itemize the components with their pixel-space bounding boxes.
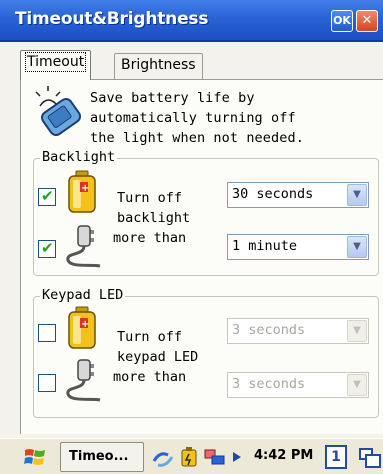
keypad-battery-timeout-select[interactable]: 3 seconds ▼ bbox=[227, 318, 369, 344]
backlight-external-timeout-select[interactable]: 1 minute ▼ bbox=[227, 234, 369, 260]
clock[interactable]: 4:42 PM bbox=[254, 448, 313, 463]
keypad-led-label: more than bbox=[113, 369, 187, 385]
keypad-led-label: Turn off bbox=[117, 329, 183, 345]
select-value: 1 minute bbox=[232, 238, 298, 254]
tab-strip: Timeout Brightness bbox=[0, 42, 383, 80]
tab-timeout-label: Timeout bbox=[24, 52, 87, 72]
tab-brightness[interactable]: Brightness bbox=[114, 53, 203, 79]
tab-brightness-label: Brightness bbox=[121, 57, 196, 73]
chevron-down-icon[interactable]: ▼ bbox=[347, 320, 367, 342]
connection-icon[interactable] bbox=[202, 446, 228, 468]
backlight-external-checkbox[interactable] bbox=[38, 239, 56, 258]
svg-text:+: + bbox=[81, 319, 89, 330]
description-line: automatically turning off bbox=[90, 110, 296, 126]
tray-arrow-icon[interactable] bbox=[232, 451, 242, 463]
backlight-battery-timeout-select[interactable]: 30 seconds ▼ bbox=[227, 182, 369, 208]
keypad-external-checkbox[interactable] bbox=[38, 374, 56, 392]
battery-icon: + bbox=[68, 170, 96, 213]
backlight-label: more than bbox=[113, 230, 187, 246]
keypad-led-group-label: Keypad LED bbox=[40, 287, 126, 303]
close-button[interactable]: ✕ bbox=[356, 10, 378, 32]
input-badge[interactable]: 1 bbox=[325, 445, 347, 469]
chevron-down-icon[interactable]: ▼ bbox=[347, 236, 367, 258]
window-title: Timeout&Brightness bbox=[15, 9, 209, 29]
windows-start-icon[interactable] bbox=[24, 447, 46, 467]
keypad-external-timeout-select[interactable]: 3 seconds ▼ bbox=[227, 372, 369, 398]
battery-saver-icon bbox=[35, 86, 82, 136]
backlight-battery-checkbox[interactable] bbox=[38, 187, 56, 206]
sync-icon[interactable] bbox=[152, 447, 176, 467]
tab-timeout[interactable]: Timeout bbox=[20, 50, 92, 80]
chevron-down-icon[interactable]: ▼ bbox=[347, 184, 367, 206]
title-bar: Timeout&Brightness OK ✕ bbox=[0, 0, 383, 42]
chevron-down-icon[interactable]: ▼ bbox=[347, 374, 367, 396]
description-line: the light when not needed. bbox=[90, 130, 304, 146]
keypad-battery-checkbox[interactable] bbox=[38, 324, 56, 342]
backlight-label: Turn off bbox=[117, 190, 183, 206]
power-plug-icon bbox=[66, 359, 101, 402]
battery-icon: + bbox=[68, 306, 96, 349]
taskbar: Timeo... 4:42 PM 1 bbox=[0, 438, 383, 474]
battery-status-icon[interactable] bbox=[178, 446, 200, 468]
ok-button[interactable]: OK bbox=[331, 10, 353, 32]
keyboard-icon[interactable] bbox=[358, 447, 382, 469]
backlight-label: backlight bbox=[117, 210, 191, 226]
taskbar-app-button[interactable]: Timeo... bbox=[60, 442, 144, 472]
select-value: 3 seconds bbox=[232, 376, 306, 392]
svg-text:+: + bbox=[81, 183, 89, 194]
keypad-led-label: keypad LED bbox=[117, 349, 199, 365]
description: Save battery life by automatically turni… bbox=[90, 88, 380, 148]
power-plug-icon bbox=[66, 225, 101, 268]
select-value: 3 seconds bbox=[232, 322, 306, 338]
description-line: Save battery life by bbox=[90, 90, 255, 106]
select-value: 30 seconds bbox=[232, 186, 314, 202]
backlight-group-label: Backlight bbox=[40, 149, 118, 165]
